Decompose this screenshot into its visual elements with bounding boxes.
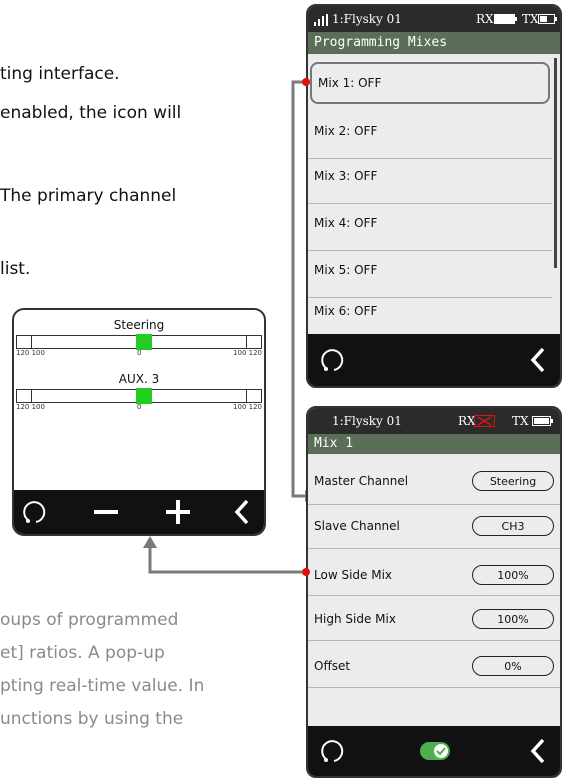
divider (308, 548, 560, 549)
minus-icon[interactable] (94, 502, 118, 522)
model-name: 1:Flysky 01 (332, 12, 402, 26)
scale-left: 120 100 (16, 349, 45, 357)
list-item-label: Mix 6: OFF (314, 304, 378, 318)
mix-detail-screen: 1:Flysky 01 RX TX Mix 1 Master Channel S… (306, 406, 562, 778)
tx-label: TX (522, 12, 539, 26)
tx-label: TX (512, 414, 529, 428)
battery-icon (532, 416, 553, 426)
master-channel-label: Master Channel (314, 474, 409, 488)
divider (308, 504, 560, 505)
status-bar: 1:Flysky 01 RX TX (308, 408, 560, 434)
mixes-screen: 1:Flysky 01 RX TX Programming Mixes Mix … (306, 4, 562, 388)
channel-fill (136, 334, 152, 350)
scale-left: 120 100 (16, 403, 45, 411)
battery-icon (494, 14, 517, 24)
status-bar: 1:Flysky 01 RX TX (308, 6, 560, 32)
connector-master-line (291, 80, 307, 498)
rx-label: RX (476, 12, 494, 26)
pointer-dot (302, 78, 310, 86)
connector-up-arrowhead (143, 536, 157, 548)
high-side-mix-label: High Side Mix (314, 612, 396, 626)
channel-fill (136, 388, 152, 404)
rotate-icon[interactable] (22, 498, 50, 526)
offset-value[interactable]: 0% (472, 656, 554, 676)
scale-right: 100 120 (233, 403, 262, 411)
rotate-icon[interactable] (320, 737, 348, 765)
model-name: 1:Flysky 01 (332, 414, 402, 428)
plus-icon[interactable] (166, 500, 190, 524)
channel-bar-aux3 (16, 388, 262, 404)
list-item-mix-6[interactable]: Mix 6: OFF (308, 290, 552, 332)
offset-label: Offset (314, 659, 351, 673)
scrollbar[interactable] (554, 58, 557, 268)
connector-lowside-line (148, 546, 305, 574)
divider (308, 640, 560, 641)
back-icon[interactable] (530, 737, 546, 765)
battery-icon (538, 14, 557, 24)
bottom-bar (308, 334, 560, 386)
slave-channel-label: Slave Channel (314, 519, 400, 533)
bottom-bar (308, 726, 560, 776)
scale-right: 100 120 (233, 349, 262, 357)
divider (308, 595, 560, 596)
list-item-mix-1[interactable]: Mix 1: OFF (310, 62, 550, 104)
scale-mid: 0 (137, 403, 142, 411)
page-title: Programming Mixes (308, 32, 560, 54)
monitor-screen: Steering 120 100 0 100 120 AUX. 3 120 10… (12, 308, 266, 536)
pointer-dot (302, 568, 310, 576)
low-side-mix-label: Low Side Mix (314, 568, 392, 582)
list-item-label: Mix 1: OFF (318, 76, 382, 90)
master-channel-value[interactable]: Steering (472, 471, 554, 491)
toggle-icon[interactable] (420, 742, 450, 760)
list-item-label: Mix 4: OFF (314, 216, 378, 230)
channel-bar-steering (16, 334, 262, 350)
rotate-icon[interactable] (320, 346, 348, 374)
channel-label-aux3: AUX. 3 (118, 372, 160, 386)
page-title: Mix 1 (308, 434, 560, 454)
list-item-label: Mix 2: OFF (314, 124, 378, 138)
low-side-mix-value[interactable]: 100% (472, 565, 554, 585)
divider (308, 687, 560, 688)
list-item-label: Mix 3: OFF (314, 169, 378, 183)
slave-channel-value[interactable]: CH3 (472, 516, 554, 536)
list-item-label: Mix 5: OFF (314, 263, 378, 277)
scale-mid: 0 (137, 349, 142, 357)
signal-icon (314, 14, 328, 26)
back-icon[interactable] (530, 346, 546, 374)
high-side-mix-value[interactable]: 100% (472, 609, 554, 629)
channel-label-steering: Steering (113, 318, 165, 332)
back-icon[interactable] (234, 498, 250, 526)
rx-error-icon (474, 415, 495, 427)
bottom-bar (14, 490, 264, 534)
rx-label: RX (458, 414, 476, 428)
